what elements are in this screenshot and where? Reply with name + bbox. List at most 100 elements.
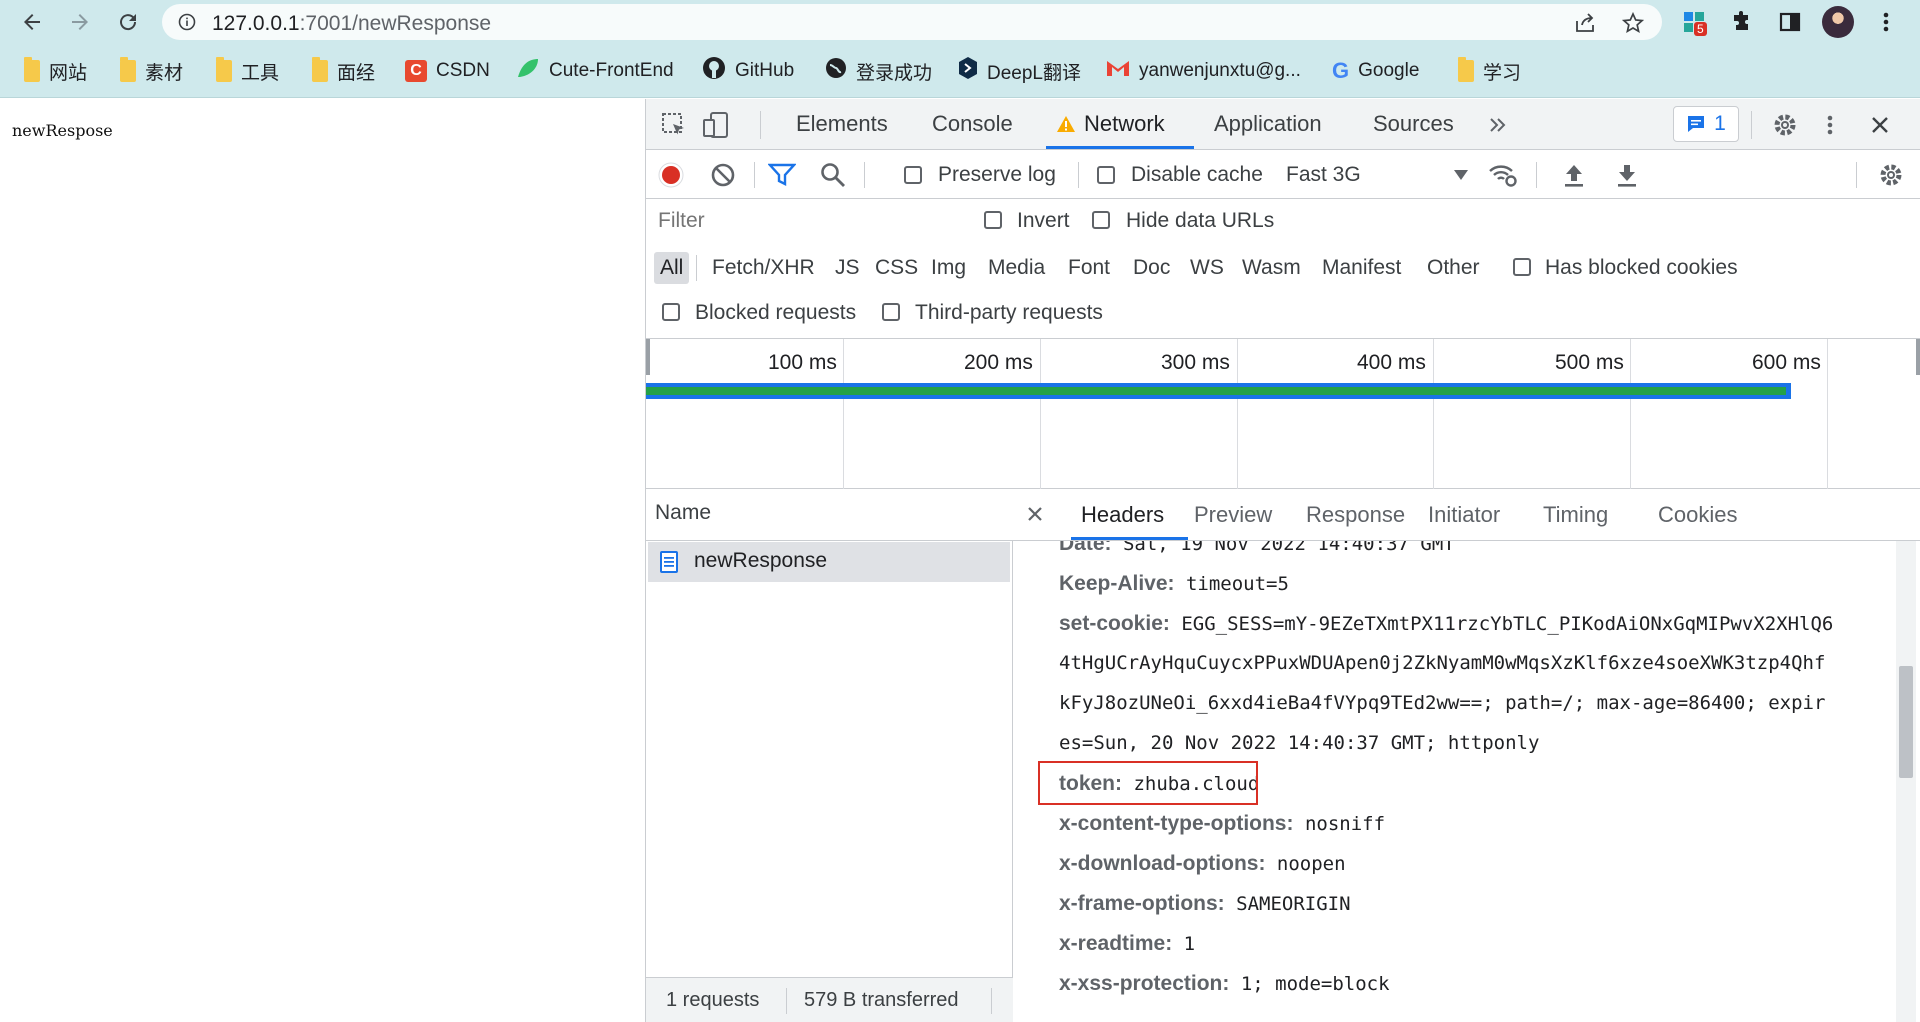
preserve-log-checkbox[interactable] [904,166,922,184]
bookmark-star-icon[interactable] [1621,11,1645,34]
tab-sources[interactable]: Sources [1373,111,1454,137]
type-filter-ws[interactable]: WS [1184,252,1230,284]
type-filter-js[interactable]: JS [829,252,866,284]
type-filter-img[interactable]: Img [925,252,972,284]
tab-application[interactable]: Application [1214,111,1322,137]
extension-apps-icon[interactable]: 5 [1680,8,1708,36]
close-detail-icon[interactable] [1027,506,1043,527]
type-filter-fetch-xhr[interactable]: Fetch/XHR [706,252,821,284]
invert-checkbox[interactable] [984,211,1002,229]
header-key: x-readtime: [1059,932,1173,955]
settings-gear-icon[interactable] [1771,111,1799,139]
customize-kebab-icon[interactable] [1816,111,1844,139]
hide-data-urls-checkbox[interactable] [1092,211,1110,229]
record-icon[interactable] [656,160,686,190]
throttling-value: Fast 3G [1286,163,1361,186]
folder-icon [1458,57,1474,82]
network-settings-gear-icon[interactable] [1876,160,1906,190]
bookmark-item[interactable]: 面经 [312,57,375,85]
inspect-element-icon[interactable] [660,111,688,139]
filter-funnel-icon[interactable] [767,160,797,190]
type-filter-wasm[interactable]: Wasm [1236,252,1307,284]
menu-kebab-icon[interactable] [1872,8,1900,36]
bookmark-item[interactable]: yanwenjunxtu@g... [1106,57,1301,85]
tab-initiator[interactable]: Initiator [1428,502,1500,528]
third-party-label: Third-party requests [915,301,1103,324]
tab-preview[interactable]: Preview [1194,502,1272,528]
header-row: x-xss-protection: 1; mode=block [1059,972,1390,996]
type-filter-other[interactable]: Other [1421,252,1486,284]
bookmark-item[interactable]: 学习 [1458,57,1521,85]
header-key: x-content-type-options: [1059,812,1294,835]
bookmark-item[interactable]: C CSDN [405,57,490,85]
bookmark-label: yanwenjunxtu@g... [1139,60,1301,81]
bookmark-item[interactable]: DeepL翻译 [958,57,1081,85]
has-blocked-cookies-checkbox[interactable] [1513,258,1531,276]
tab-headers[interactable]: Headers [1081,502,1164,528]
type-filter-manifest[interactable]: Manifest [1316,252,1407,284]
overview-left-handle[interactable] [646,339,650,375]
disable-cache-checkbox[interactable] [1097,166,1115,184]
import-har-icon[interactable] [1559,160,1589,190]
export-har-icon[interactable] [1612,160,1642,190]
type-filter-media[interactable]: Media [982,252,1051,284]
network-overview-timeline[interactable]: 100 ms 200 ms 300 ms 400 ms 500 ms 600 m… [646,339,1920,489]
clear-icon[interactable] [708,160,738,190]
message-icon [1688,116,1705,132]
type-filter-all[interactable]: All [654,252,690,284]
close-devtools-icon[interactable] [1866,111,1894,139]
bookmark-item[interactable]: 网站 [24,57,87,85]
bookmark-item[interactable]: 素材 [120,57,183,85]
filter-input[interactable] [656,204,956,238]
headers-scrollbar[interactable] [1896,541,1916,1022]
hide-data-urls-label: Hide data URLs [1126,209,1275,232]
profile-avatar[interactable] [1822,6,1854,38]
disable-cache-label: Disable cache [1131,163,1263,186]
site-info-icon[interactable] [178,13,196,31]
share-icon[interactable] [1574,12,1596,34]
bookmark-item[interactable]: Cute-FrontEnd [516,57,674,85]
bookmark-item[interactable]: G Google [1332,57,1419,85]
address-bar[interactable]: 127.0.0.1:7001/newResponse [162,4,1662,40]
scrollbar-thumb[interactable] [1899,666,1913,778]
header-key: Date: [1059,541,1112,555]
tab-cookies[interactable]: Cookies [1658,502,1737,528]
overview-right-handle[interactable] [1916,339,1920,375]
blocked-requests-checkbox[interactable] [662,303,680,321]
throttling-select[interactable]: Fast 3G [1286,158,1476,192]
tab-elements[interactable]: Elements [796,111,888,137]
issues-badge[interactable]: 1 [1673,106,1739,142]
bookmark-item[interactable]: GitHub [702,57,794,85]
network-conditions-icon[interactable] [1488,160,1518,190]
device-toolbar-icon[interactable] [702,111,730,139]
bookmark-item[interactable]: 登录成功 [825,57,932,85]
forward-arrow-icon[interactable] [66,8,94,36]
bookmark-label: 面经 [337,62,376,84]
type-filter-doc[interactable]: Doc [1127,252,1176,284]
reload-icon[interactable] [114,8,142,36]
folder-icon [24,57,40,82]
search-icon[interactable] [818,160,848,190]
tab-network[interactable]: Network [1056,111,1165,139]
tab-timing[interactable]: Timing [1543,502,1608,528]
header-value: noopen [1276,853,1346,875]
globe-icon [825,57,847,85]
side-panel-icon[interactable] [1776,8,1804,36]
tab-console[interactable]: Console [932,111,1013,137]
type-filter-css[interactable]: CSS [869,252,924,284]
header-value: SAMEORIGIN [1236,893,1351,915]
back-arrow-icon[interactable] [18,8,46,36]
name-column-header[interactable]: Name [646,489,1013,541]
more-tabs-chevron-icon[interactable] [1484,111,1512,139]
type-filter-font[interactable]: Font [1062,252,1116,284]
third-party-checkbox[interactable] [882,303,900,321]
tab-response[interactable]: Response [1306,502,1405,528]
request-row[interactable]: newResponse [648,542,1010,582]
filter-bar: Invert Hide data URLs All Fetch/XHR JS C… [646,199,1920,339]
bookmark-label: 学习 [1483,62,1522,84]
puzzle-extensions-icon[interactable] [1728,8,1756,36]
active-tab-indicator [1046,146,1194,149]
bookmark-label: 网站 [49,62,88,84]
url-path: :7001/newResponse [299,12,492,35]
bookmark-item[interactable]: 工具 [216,57,279,85]
